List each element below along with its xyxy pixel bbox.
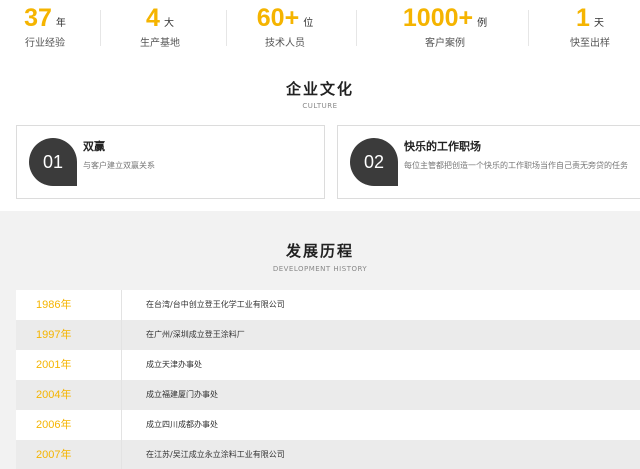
history-event: 在广州/深圳成立登王涂料厂 <box>146 330 245 339</box>
history-event: 在江苏/吴江成立永立涂料工业有限公司 <box>146 450 285 459</box>
stat-divider <box>226 10 227 46</box>
stat-label: 客户案例 <box>425 38 465 49</box>
stat-number: 1000+ <box>402 4 474 32</box>
history-year: 2001年 <box>36 359 72 371</box>
card-description: 与客户建立双赢关系 <box>83 161 155 170</box>
row-divider <box>121 350 122 380</box>
row-divider <box>121 440 122 469</box>
history-title: 发展历程 <box>285 242 354 260</box>
history-row: 2001年 成立天津办事处 <box>16 350 640 380</box>
row-divider <box>121 290 122 320</box>
history-row: 1997年 在广州/深圳成立登王涂料厂 <box>16 320 640 350</box>
stat-technicians: 60+ 位 技术人员 <box>230 0 340 56</box>
history-year: 1986年 <box>36 299 72 311</box>
stat-unit: 大 <box>163 18 174 29</box>
culture-card-win-win[interactable]: 01 双赢 与客户建立双赢关系 <box>16 125 325 199</box>
history-event: 在台湾/台中创立登王化学工业有限公司 <box>146 300 285 309</box>
stat-unit: 例 <box>477 18 488 29</box>
card-number-badge: 01 <box>29 138 77 186</box>
culture-title: 企业文化 <box>285 80 354 98</box>
history-row: 2006年 成立四川成都办事处 <box>16 410 640 440</box>
card-description: 每位主管都把创造一个快乐的工作职场当作自己责无旁贷的任务 <box>404 161 628 170</box>
history-year: 2004年 <box>36 389 72 401</box>
stat-number: 4 <box>146 4 160 32</box>
culture-card-happy-workplace[interactable]: 02 快乐的工作职场 每位主管都把创造一个快乐的工作职场当作自己责无旁贷的任务 <box>337 125 640 199</box>
card-title: 双赢 <box>83 140 105 153</box>
row-divider <box>121 380 122 410</box>
history-row: 1986年 在台湾/台中创立登王化学工业有限公司 <box>16 290 640 320</box>
history-year: 2006年 <box>36 419 72 431</box>
stat-label: 技术人员 <box>265 38 305 49</box>
stat-label: 行业经验 <box>25 38 65 49</box>
card-number-badge: 02 <box>350 138 398 186</box>
history-row: 2007年 在江苏/吴江成立永立涂料工业有限公司 <box>16 440 640 469</box>
stat-label: 快至出样 <box>570 38 610 49</box>
stat-number: 60+ <box>256 4 300 32</box>
stat-number: 1 <box>576 4 590 32</box>
history-event: 成立天津办事处 <box>146 360 202 369</box>
history-event: 成立福建厦门办事处 <box>146 390 218 399</box>
stat-number: 37 <box>24 4 52 32</box>
history-subtitle: DEVELOPMENT HISTORY <box>272 265 368 273</box>
stat-sample-speed: 1天 快至出样 <box>545 0 635 56</box>
stat-divider <box>100 10 101 46</box>
history-year: 1997年 <box>36 329 72 341</box>
stat-unit: 年 <box>55 18 66 29</box>
stat-label: 生产基地 <box>140 38 180 49</box>
stat-experience: 37 年 行业经验 <box>0 0 90 56</box>
stats-strip: 37 年 行业经验 4大 生产基地 60+ 位 技术人员 1000+ 例 客户案例 1… <box>0 0 640 56</box>
history-year: 2007年 <box>36 449 72 461</box>
row-divider <box>121 410 122 440</box>
stat-cases: 1000+ 例 客户案例 <box>370 0 520 56</box>
stat-unit: 天 <box>593 18 604 29</box>
stat-bases: 4大 生产基地 <box>110 0 210 56</box>
history-event: 成立四川成都办事处 <box>146 420 218 429</box>
stat-divider <box>356 10 357 46</box>
culture-subtitle: CULTURE <box>302 102 338 110</box>
row-divider <box>121 320 122 350</box>
stat-divider <box>528 10 529 46</box>
history-row: 2004年 成立福建厦门办事处 <box>16 380 640 410</box>
stat-unit: 位 <box>303 18 314 29</box>
card-title: 快乐的工作职场 <box>404 140 481 153</box>
